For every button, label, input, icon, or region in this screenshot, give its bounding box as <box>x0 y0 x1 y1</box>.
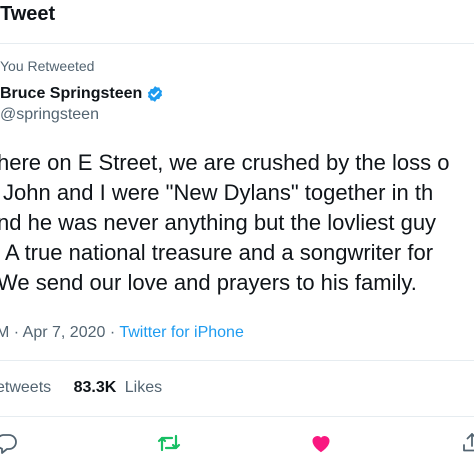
author-handle[interactable]: @springsteen <box>0 106 99 124</box>
tweet-date[interactable]: Apr 7, 2020 <box>23 324 106 341</box>
tweet-text-line: nd he was never anything but the lovlies… <box>0 210 437 235</box>
retweets-stat-label[interactable]: etweets <box>0 379 51 396</box>
verified-badge-icon <box>148 86 163 102</box>
retweeted-context: You Retweeted <box>0 58 95 74</box>
retweet-icon[interactable] <box>157 431 181 455</box>
heart-icon[interactable] <box>309 431 333 455</box>
stats-divider <box>0 416 474 417</box>
tweet-text-line: A true national treasure and a songwrite… <box>5 240 434 265</box>
meta-separator: · <box>109 324 116 341</box>
header-divider <box>0 43 474 44</box>
tweet-text-line: We send our love and prayers to his fami… <box>0 270 417 295</box>
author-row[interactable]: Bruce Springsteen <box>0 85 164 103</box>
meta-divider <box>0 360 474 361</box>
tweet-meta: M · Apr 7, 2020 · Twitter for iPhone <box>0 324 244 342</box>
reply-icon[interactable] <box>0 431 18 455</box>
meta-separator: · <box>13 324 20 341</box>
tweet-text-line: John and I were "New Dylans" together in… <box>3 180 434 205</box>
tweet-text-line: here on E Street, we are crushed by the … <box>0 150 450 175</box>
tweet-text: here on E Street, we are crushed by the … <box>0 148 474 298</box>
author-name[interactable]: Bruce Springsteen <box>0 85 142 103</box>
tweet-source-link[interactable]: Twitter for iPhone <box>119 324 244 341</box>
likes-count[interactable]: 83.3K <box>74 379 117 396</box>
tweet-stats: etweets 83.3K Likes <box>0 379 162 397</box>
tweet-detail-page: Tweet You Retweeted Bruce Springsteen @s… <box>0 0 474 474</box>
share-icon[interactable] <box>460 431 474 455</box>
likes-stat-label[interactable]: Likes <box>125 379 162 396</box>
page-title: Tweet <box>0 3 56 25</box>
tweet-time[interactable]: M <box>0 324 9 341</box>
